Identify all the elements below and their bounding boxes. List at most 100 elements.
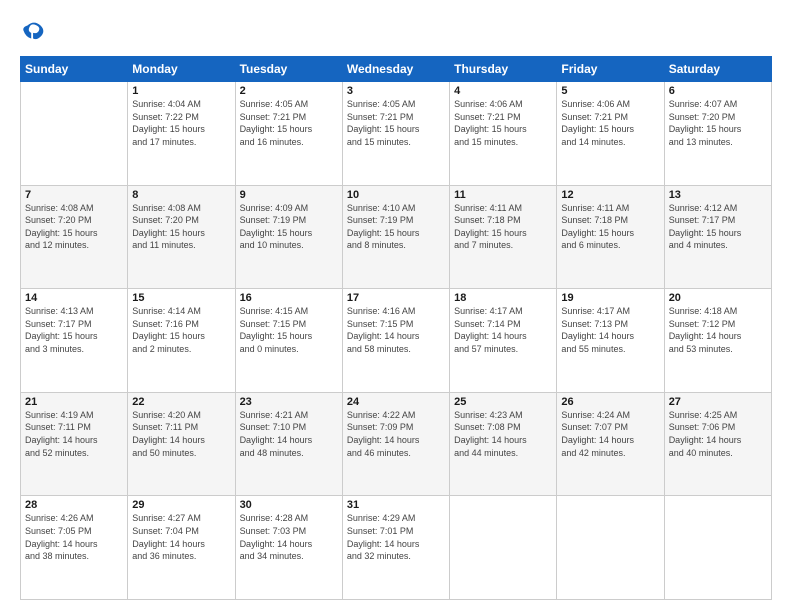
day-info: Sunrise: 4:18 AM Sunset: 7:12 PM Dayligh… [669, 305, 767, 355]
calendar-cell: 14Sunrise: 4:13 AM Sunset: 7:17 PM Dayli… [21, 289, 128, 393]
calendar-header-wednesday: Wednesday [342, 57, 449, 82]
calendar-cell: 10Sunrise: 4:10 AM Sunset: 7:19 PM Dayli… [342, 185, 449, 289]
day-info: Sunrise: 4:09 AM Sunset: 7:19 PM Dayligh… [240, 202, 338, 252]
day-number: 26 [561, 396, 659, 408]
calendar-cell: 31Sunrise: 4:29 AM Sunset: 7:01 PM Dayli… [342, 496, 449, 600]
calendar-cell: 12Sunrise: 4:11 AM Sunset: 7:18 PM Dayli… [557, 185, 664, 289]
day-info: Sunrise: 4:28 AM Sunset: 7:03 PM Dayligh… [240, 512, 338, 562]
day-number: 29 [132, 499, 230, 511]
day-number: 15 [132, 292, 230, 304]
day-number: 28 [25, 499, 123, 511]
calendar-cell [21, 82, 128, 186]
day-info: Sunrise: 4:12 AM Sunset: 7:17 PM Dayligh… [669, 202, 767, 252]
day-info: Sunrise: 4:20 AM Sunset: 7:11 PM Dayligh… [132, 409, 230, 459]
day-info: Sunrise: 4:06 AM Sunset: 7:21 PM Dayligh… [561, 98, 659, 148]
day-info: Sunrise: 4:21 AM Sunset: 7:10 PM Dayligh… [240, 409, 338, 459]
day-info: Sunrise: 4:13 AM Sunset: 7:17 PM Dayligh… [25, 305, 123, 355]
day-number: 30 [240, 499, 338, 511]
day-number: 18 [454, 292, 552, 304]
calendar-cell: 6Sunrise: 4:07 AM Sunset: 7:20 PM Daylig… [664, 82, 771, 186]
calendar-cell: 3Sunrise: 4:05 AM Sunset: 7:21 PM Daylig… [342, 82, 449, 186]
day-number: 17 [347, 292, 445, 304]
day-info: Sunrise: 4:07 AM Sunset: 7:20 PM Dayligh… [669, 98, 767, 148]
day-info: Sunrise: 4:25 AM Sunset: 7:06 PM Dayligh… [669, 409, 767, 459]
calendar-week-row: 21Sunrise: 4:19 AM Sunset: 7:11 PM Dayli… [21, 392, 772, 496]
day-info: Sunrise: 4:17 AM Sunset: 7:14 PM Dayligh… [454, 305, 552, 355]
calendar-cell: 9Sunrise: 4:09 AM Sunset: 7:19 PM Daylig… [235, 185, 342, 289]
calendar-header-thursday: Thursday [450, 57, 557, 82]
day-number: 8 [132, 189, 230, 201]
calendar-week-row: 1Sunrise: 4:04 AM Sunset: 7:22 PM Daylig… [21, 82, 772, 186]
calendar-cell: 1Sunrise: 4:04 AM Sunset: 7:22 PM Daylig… [128, 82, 235, 186]
day-info: Sunrise: 4:11 AM Sunset: 7:18 PM Dayligh… [454, 202, 552, 252]
day-info: Sunrise: 4:05 AM Sunset: 7:21 PM Dayligh… [347, 98, 445, 148]
calendar-cell [557, 496, 664, 600]
day-info: Sunrise: 4:22 AM Sunset: 7:09 PM Dayligh… [347, 409, 445, 459]
calendar-cell: 18Sunrise: 4:17 AM Sunset: 7:14 PM Dayli… [450, 289, 557, 393]
day-number: 2 [240, 85, 338, 97]
day-info: Sunrise: 4:19 AM Sunset: 7:11 PM Dayligh… [25, 409, 123, 459]
calendar-cell: 5Sunrise: 4:06 AM Sunset: 7:21 PM Daylig… [557, 82, 664, 186]
calendar-cell: 2Sunrise: 4:05 AM Sunset: 7:21 PM Daylig… [235, 82, 342, 186]
calendar-cell: 21Sunrise: 4:19 AM Sunset: 7:11 PM Dayli… [21, 392, 128, 496]
day-info: Sunrise: 4:06 AM Sunset: 7:21 PM Dayligh… [454, 98, 552, 148]
day-number: 27 [669, 396, 767, 408]
day-number: 24 [347, 396, 445, 408]
day-info: Sunrise: 4:23 AM Sunset: 7:08 PM Dayligh… [454, 409, 552, 459]
calendar-cell: 27Sunrise: 4:25 AM Sunset: 7:06 PM Dayli… [664, 392, 771, 496]
day-info: Sunrise: 4:27 AM Sunset: 7:04 PM Dayligh… [132, 512, 230, 562]
day-info: Sunrise: 4:08 AM Sunset: 7:20 PM Dayligh… [25, 202, 123, 252]
calendar-header-monday: Monday [128, 57, 235, 82]
day-number: 31 [347, 499, 445, 511]
day-number: 19 [561, 292, 659, 304]
calendar-cell: 19Sunrise: 4:17 AM Sunset: 7:13 PM Dayli… [557, 289, 664, 393]
calendar-header-sunday: Sunday [21, 57, 128, 82]
day-number: 25 [454, 396, 552, 408]
day-number: 11 [454, 189, 552, 201]
day-info: Sunrise: 4:17 AM Sunset: 7:13 PM Dayligh… [561, 305, 659, 355]
day-info: Sunrise: 4:04 AM Sunset: 7:22 PM Dayligh… [132, 98, 230, 148]
calendar-cell: 22Sunrise: 4:20 AM Sunset: 7:11 PM Dayli… [128, 392, 235, 496]
calendar-cell: 23Sunrise: 4:21 AM Sunset: 7:10 PM Dayli… [235, 392, 342, 496]
day-number: 21 [25, 396, 123, 408]
calendar-cell: 15Sunrise: 4:14 AM Sunset: 7:16 PM Dayli… [128, 289, 235, 393]
calendar-cell: 8Sunrise: 4:08 AM Sunset: 7:20 PM Daylig… [128, 185, 235, 289]
day-number: 1 [132, 85, 230, 97]
day-info: Sunrise: 4:26 AM Sunset: 7:05 PM Dayligh… [25, 512, 123, 562]
day-info: Sunrise: 4:14 AM Sunset: 7:16 PM Dayligh… [132, 305, 230, 355]
day-info: Sunrise: 4:08 AM Sunset: 7:20 PM Dayligh… [132, 202, 230, 252]
calendar-cell: 7Sunrise: 4:08 AM Sunset: 7:20 PM Daylig… [21, 185, 128, 289]
logo [20, 18, 52, 46]
calendar-week-row: 28Sunrise: 4:26 AM Sunset: 7:05 PM Dayli… [21, 496, 772, 600]
day-info: Sunrise: 4:29 AM Sunset: 7:01 PM Dayligh… [347, 512, 445, 562]
page: SundayMondayTuesdayWednesdayThursdayFrid… [0, 0, 792, 612]
calendar-header-friday: Friday [557, 57, 664, 82]
calendar-cell: 20Sunrise: 4:18 AM Sunset: 7:12 PM Dayli… [664, 289, 771, 393]
calendar-cell: 25Sunrise: 4:23 AM Sunset: 7:08 PM Dayli… [450, 392, 557, 496]
day-info: Sunrise: 4:15 AM Sunset: 7:15 PM Dayligh… [240, 305, 338, 355]
calendar-week-row: 7Sunrise: 4:08 AM Sunset: 7:20 PM Daylig… [21, 185, 772, 289]
calendar-header-tuesday: Tuesday [235, 57, 342, 82]
day-number: 14 [25, 292, 123, 304]
day-number: 4 [454, 85, 552, 97]
day-number: 13 [669, 189, 767, 201]
day-info: Sunrise: 4:05 AM Sunset: 7:21 PM Dayligh… [240, 98, 338, 148]
calendar-cell [450, 496, 557, 600]
day-number: 12 [561, 189, 659, 201]
day-number: 22 [132, 396, 230, 408]
day-number: 20 [669, 292, 767, 304]
day-number: 7 [25, 189, 123, 201]
calendar-cell: 29Sunrise: 4:27 AM Sunset: 7:04 PM Dayli… [128, 496, 235, 600]
calendar-cell: 26Sunrise: 4:24 AM Sunset: 7:07 PM Dayli… [557, 392, 664, 496]
day-number: 3 [347, 85, 445, 97]
calendar-header-row: SundayMondayTuesdayWednesdayThursdayFrid… [21, 57, 772, 82]
calendar-cell: 4Sunrise: 4:06 AM Sunset: 7:21 PM Daylig… [450, 82, 557, 186]
day-info: Sunrise: 4:16 AM Sunset: 7:15 PM Dayligh… [347, 305, 445, 355]
day-number: 9 [240, 189, 338, 201]
day-info: Sunrise: 4:11 AM Sunset: 7:18 PM Dayligh… [561, 202, 659, 252]
day-info: Sunrise: 4:10 AM Sunset: 7:19 PM Dayligh… [347, 202, 445, 252]
day-number: 16 [240, 292, 338, 304]
calendar-cell: 13Sunrise: 4:12 AM Sunset: 7:17 PM Dayli… [664, 185, 771, 289]
day-number: 23 [240, 396, 338, 408]
calendar-cell [664, 496, 771, 600]
